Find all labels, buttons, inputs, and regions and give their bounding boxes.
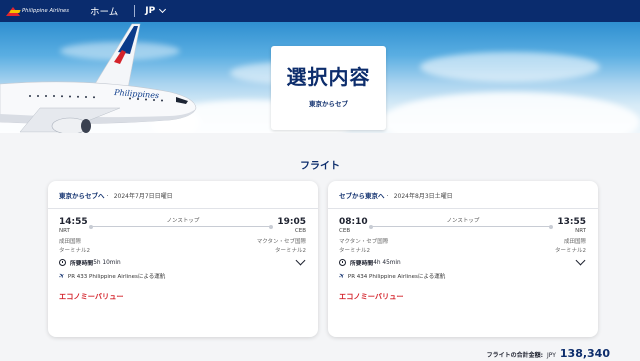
section-title: フライト — [300, 161, 340, 172]
selection-summary-card: 選択内容 東京からセブ — [271, 46, 386, 130]
duration-label: 所要時間 — [70, 261, 94, 267]
hero-banner: Philippines 選択内容 東京からセブ — [0, 22, 640, 133]
arrival-time: 19:05 — [277, 217, 306, 227]
flight-card-return[interactable]: セブから東京へ · 2024年8月3日土曜日 08:10 ノンストップ 13:5… — [328, 181, 598, 337]
arrival-terminal: ターミナル2 — [555, 248, 586, 254]
plane-icon: ✈ — [57, 271, 67, 281]
route-label: 東京からセブへ — [59, 192, 105, 200]
clock-icon — [339, 259, 346, 266]
divider — [48, 208, 318, 209]
operator-text: PR 434 Philippine Airlinesによる運航 — [347, 274, 446, 280]
operator-info: ✈ PR 433 Philippine Airlinesによる運航 — [57, 271, 166, 281]
clock-icon — [59, 259, 66, 266]
arrival-airport: マクタン・セブ国際 — [256, 239, 306, 245]
fare-class: エコノミーバリュー — [339, 292, 404, 301]
page-title: 選択内容 — [286, 65, 371, 89]
departure-airport: マクタン・セブ国際 — [339, 239, 389, 245]
arrival-airport: 成田国際 — [563, 239, 586, 245]
route-subtitle: 東京からセブ — [309, 100, 348, 108]
card-header: セブから東京へ · 2024年8月3日土曜日 — [339, 192, 453, 200]
nav-home-link[interactable]: ホーム — [90, 4, 118, 18]
fare-class: エコノミーバリュー — [59, 292, 124, 301]
duration-value: 5h 10min — [93, 259, 121, 266]
chevron-down-icon — [159, 5, 167, 14]
flight-date: 2024年7月7日日曜日 — [113, 193, 173, 200]
chevron-down-icon[interactable] — [295, 255, 306, 266]
total-price: フライトの合計金額: JPY 138,340 — [487, 347, 610, 360]
arrival-terminal: ターミナル2 — [275, 248, 306, 254]
duration-label: 所要時間 — [350, 261, 374, 267]
language-label: JP — [145, 6, 156, 16]
chevron-down-icon[interactable] — [575, 255, 586, 266]
total-label: フライトの合計金額: — [486, 352, 543, 359]
airline-logo[interactable]: Philippine Airlines — [6, 6, 70, 16]
card-header: 東京からセブへ · 2024年7月7日日曜日 — [59, 192, 173, 200]
arrival-code: CEB — [294, 228, 306, 234]
top-nav: Philippine Airlines ホーム JP — [0, 0, 640, 22]
duration-value: 4h 45min — [373, 259, 401, 266]
route-label: セブから東京へ — [339, 192, 385, 200]
departure-terminal: ターミナル2 — [59, 248, 90, 254]
route-line — [89, 224, 273, 229]
flight-date: 2024年8月3日土曜日 — [393, 193, 453, 200]
route-line — [369, 224, 553, 229]
flight-card-outbound[interactable]: 東京からセブへ · 2024年7月7日日曜日 14:55 ノンストップ 19:0… — [48, 181, 318, 337]
language-selector[interactable]: JP — [145, 5, 167, 16]
total-amount: 138,340 — [559, 347, 610, 360]
nav-divider — [134, 5, 136, 17]
duration: 所要時間 5h 10min — [59, 258, 121, 267]
plane-icon: ✈ — [337, 271, 347, 281]
operator-info: ✈ PR 434 Philippine Airlinesによる運航 — [337, 271, 446, 281]
departure-code: CEB — [339, 228, 351, 234]
logo-icon — [6, 6, 20, 16]
logo-text: Philippine Airlines — [22, 8, 70, 14]
currency: JPY — [546, 352, 556, 359]
airplane-image: Philippines — [0, 23, 197, 133]
divider — [328, 208, 598, 209]
departure-code: NRT — [59, 228, 70, 234]
duration: 所要時間 4h 45min — [339, 258, 401, 267]
arrival-code: NRT — [575, 228, 586, 234]
departure-airport: 成田国際 — [59, 239, 82, 245]
arrival-time: 13:55 — [557, 217, 586, 227]
operator-text: PR 433 Philippine Airlinesによる運航 — [67, 274, 166, 280]
departure-terminal: ターミナル2 — [339, 248, 370, 254]
